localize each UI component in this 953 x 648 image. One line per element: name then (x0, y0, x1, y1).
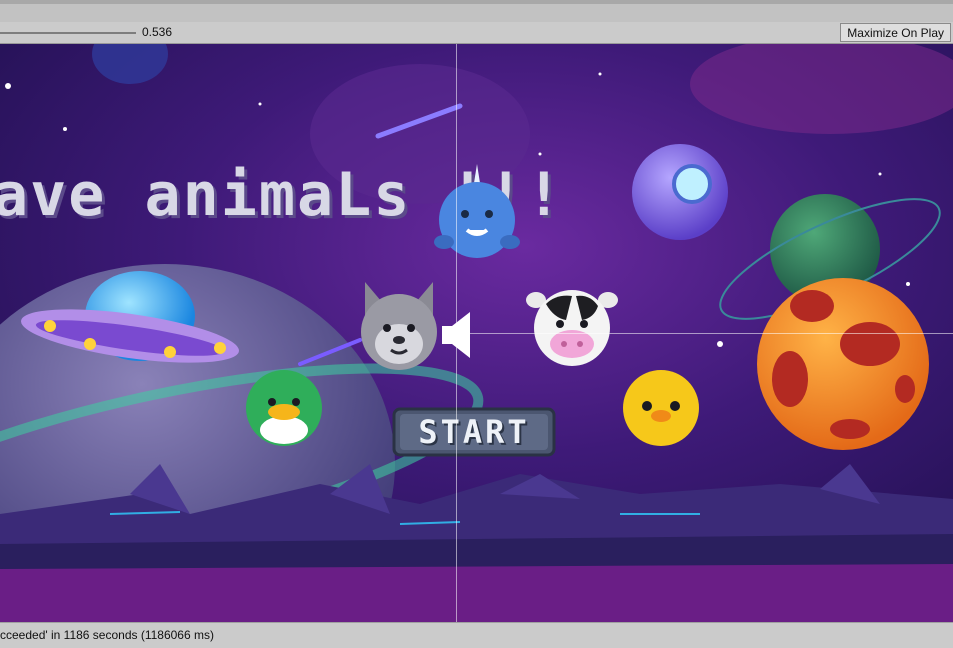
speaker-icon[interactable] (440, 310, 474, 360)
narwhal-animal[interactable] (432, 162, 522, 262)
console-status-bar: cceeded' in 1186 seconds (1186066 ms) (0, 622, 953, 648)
status-message: cceeded' in 1186 seconds (1186066 ms) (0, 628, 214, 642)
window-top-strip (0, 0, 953, 22)
game-view[interactable]: ave animaLs !!! START (0, 44, 953, 622)
chick-animal[interactable] (621, 368, 701, 448)
scene-guide-horizontal (456, 333, 953, 334)
scale-value: 0.536 (142, 25, 173, 39)
wolf-animal[interactable] (357, 274, 441, 374)
ufo-icon (21, 271, 239, 363)
duck-animal[interactable] (244, 368, 324, 448)
start-button[interactable]: START (392, 407, 556, 457)
maximize-on-play-button[interactable]: Maximize On Play (840, 23, 951, 42)
scale-slider[interactable] (0, 32, 136, 34)
start-button-label: START (418, 413, 530, 451)
game-view-toolbar: 0.536 Maximize On Play (0, 22, 953, 44)
cow-animal[interactable] (526, 284, 618, 368)
